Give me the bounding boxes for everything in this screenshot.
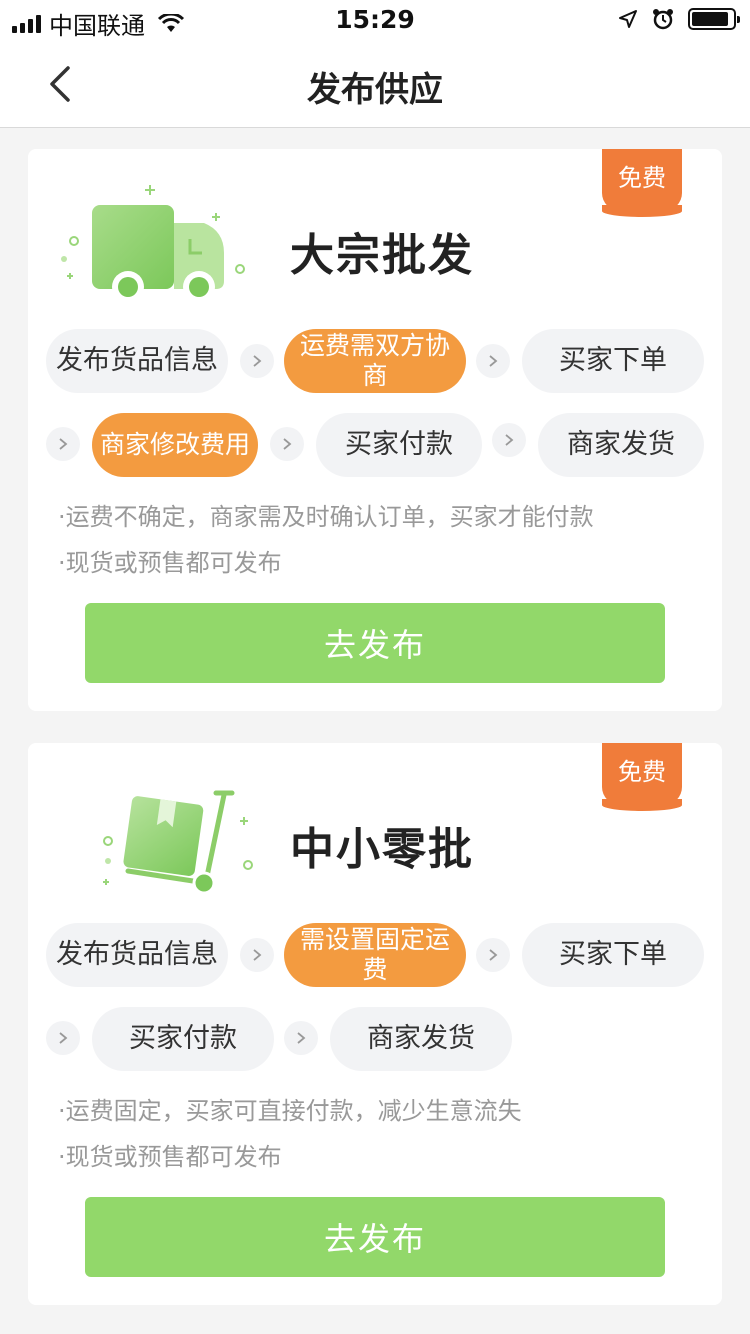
chevron-right-icon — [492, 423, 526, 457]
step-seller-ship: 商家发货 — [330, 1007, 512, 1071]
step-seller-modify-fee: 商家修改费用 — [92, 413, 258, 477]
location-icon — [619, 10, 637, 28]
status-bar: 中国联通 15:29 — [0, 0, 750, 40]
step-buyer-pay: 买家付款 — [92, 1007, 274, 1071]
step-buyer-order: 买家下单 — [522, 923, 704, 987]
free-badge: 免费 — [602, 149, 682, 217]
publish-button[interactable]: 去发布 — [85, 1197, 665, 1277]
alarm-icon — [653, 9, 673, 30]
note-text: ·现货或预售都可发布 — [58, 549, 282, 577]
chevron-right-icon — [46, 427, 80, 461]
step-seller-ship: 商家发货 — [538, 413, 704, 477]
page-title: 发布供应 — [307, 70, 443, 110]
note-text: ·运费固定，买家可直接付款，减少生意流失 — [58, 1097, 522, 1125]
hand-truck-icon — [103, 790, 253, 895]
note-text: ·运费不确定，商家需及时确认订单，买家才能付款 — [58, 503, 594, 531]
step-publish-info: 发布货品信息 — [46, 329, 228, 393]
chevron-right-icon — [270, 427, 304, 461]
truck-icon — [61, 185, 245, 303]
chevron-right-icon — [476, 344, 510, 378]
step-publish-info: 发布货品信息 — [46, 923, 228, 987]
battery-icon — [688, 8, 740, 30]
chevron-right-icon — [240, 938, 274, 972]
step-freight-negotiate: 运费需双方协商 — [284, 329, 466, 393]
publish-button[interactable]: 去发布 — [85, 603, 665, 683]
note-text: ·现货或预售都可发布 — [58, 1143, 282, 1171]
small-batch-card: 免费 中小零批 发布货品信息 需设置固定运费 买家下单 买家付款 商家发货 ·运… — [28, 743, 722, 1305]
wholesale-card: 免费 大宗批发 发布货品信息 运费需双方协商 买家下单 商家修改费用 买家付款 — [28, 149, 722, 711]
chevron-right-icon — [476, 938, 510, 972]
free-badge: 免费 — [602, 743, 682, 811]
step-buyer-pay: 买家付款 — [316, 413, 482, 477]
chevron-right-icon — [284, 1021, 318, 1055]
card-title: 中小零批 — [290, 824, 474, 875]
navigation-bar: 发布供应 — [0, 40, 750, 128]
chevron-right-icon — [240, 344, 274, 378]
card-title: 大宗批发 — [290, 230, 474, 281]
step-set-fixed-freight: 需设置固定运费 — [284, 923, 466, 987]
chevron-right-icon — [46, 1021, 80, 1055]
step-buyer-order: 买家下单 — [522, 329, 704, 393]
